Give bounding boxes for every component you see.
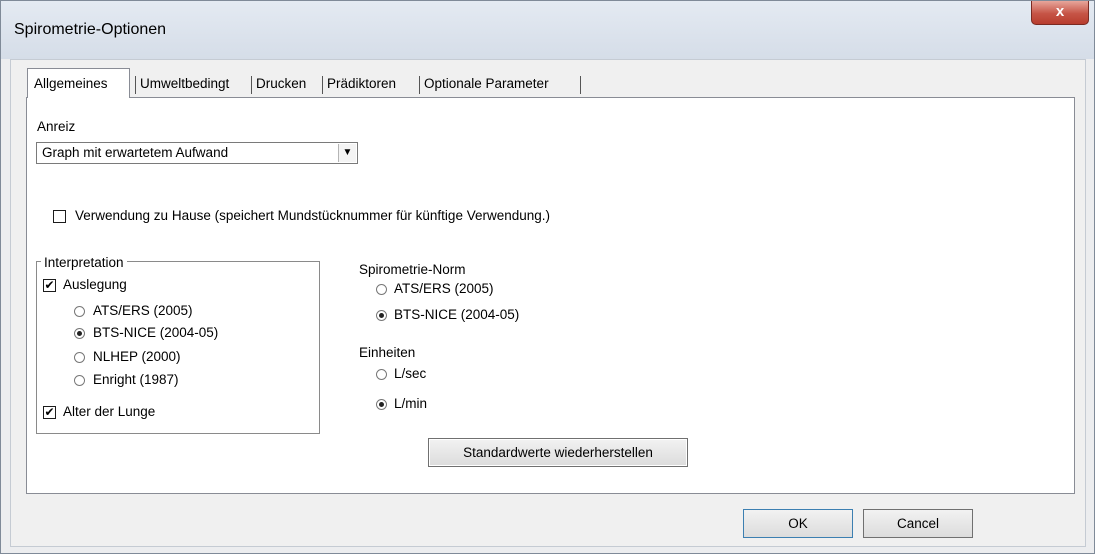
- norm-option-label[interactable]: ATS/ERS (2005): [394, 281, 494, 296]
- tab-separator: [135, 76, 136, 94]
- auslegung-checkbox[interactable]: ✔: [43, 279, 56, 292]
- norm-label: Spirometrie-Norm: [359, 262, 466, 277]
- home-use-checkbox[interactable]: [53, 210, 66, 223]
- tab-drucken[interactable]: Drucken: [254, 72, 308, 96]
- auslegung-label[interactable]: Auslegung: [63, 277, 127, 292]
- norm-radio-bts-nice[interactable]: [376, 310, 387, 321]
- tab-praediktoren[interactable]: Prädiktoren: [325, 72, 398, 96]
- tab-umweltbedingt[interactable]: Umweltbedingt: [138, 72, 231, 96]
- anreiz-selected-value: Graph mit erwartetem Aufwand: [42, 145, 229, 160]
- interpretation-group-title: Interpretation: [41, 255, 127, 270]
- tab-separator: [419, 76, 420, 94]
- interp-option-label[interactable]: NLHEP (2000): [93, 349, 181, 364]
- norm-option-label[interactable]: BTS-NICE (2004-05): [394, 307, 519, 322]
- interp-radio-enright[interactable]: [74, 375, 85, 386]
- dialog-window: Spirometrie-Optionen x Allgemeines Umwel…: [0, 0, 1095, 554]
- title-bar[interactable]: Spirometrie-Optionen x: [1, 1, 1094, 59]
- cancel-button[interactable]: Cancel: [863, 509, 973, 538]
- units-option-label[interactable]: L/min: [394, 396, 427, 411]
- tab-separator: [322, 76, 323, 94]
- tab-separator: [580, 76, 581, 94]
- close-button[interactable]: x: [1031, 1, 1089, 25]
- chevron-down-icon[interactable]: ▼: [338, 144, 356, 162]
- interp-option-label[interactable]: Enright (1987): [93, 372, 179, 387]
- tab-allgemeines[interactable]: Allgemeines: [27, 68, 130, 98]
- units-label: Einheiten: [359, 345, 416, 360]
- interp-radio-nlhep[interactable]: [74, 352, 85, 363]
- tab-separator: [251, 76, 252, 94]
- anreiz-label: Anreiz: [37, 119, 76, 134]
- units-option-label[interactable]: L/sec: [394, 366, 426, 381]
- ok-button[interactable]: OK: [743, 509, 853, 538]
- tab-optionale-parameter[interactable]: Optionale Parameter: [422, 72, 551, 96]
- lung-age-label[interactable]: Alter der Lunge: [63, 404, 155, 419]
- restore-defaults-button[interactable]: Standardwerte wiederherstellen: [428, 438, 688, 467]
- interp-option-label[interactable]: BTS-NICE (2004-05): [93, 325, 218, 340]
- norm-radio-ats-ers[interactable]: [376, 284, 387, 295]
- anreiz-dropdown[interactable]: Graph mit erwartetem Aufwand ▼: [36, 142, 358, 164]
- units-radio-l-sec[interactable]: [376, 369, 387, 380]
- home-use-label[interactable]: Verwendung zu Hause (speichert Mundstück…: [75, 208, 550, 223]
- window-title: Spirometrie-Optionen: [14, 21, 167, 38]
- interp-option-label[interactable]: ATS/ERS (2005): [93, 303, 193, 318]
- units-radio-l-min[interactable]: [376, 399, 387, 410]
- interp-radio-ats-ers[interactable]: [74, 306, 85, 317]
- lung-age-checkbox[interactable]: ✔: [43, 406, 56, 419]
- interp-radio-bts-nice[interactable]: [74, 328, 85, 339]
